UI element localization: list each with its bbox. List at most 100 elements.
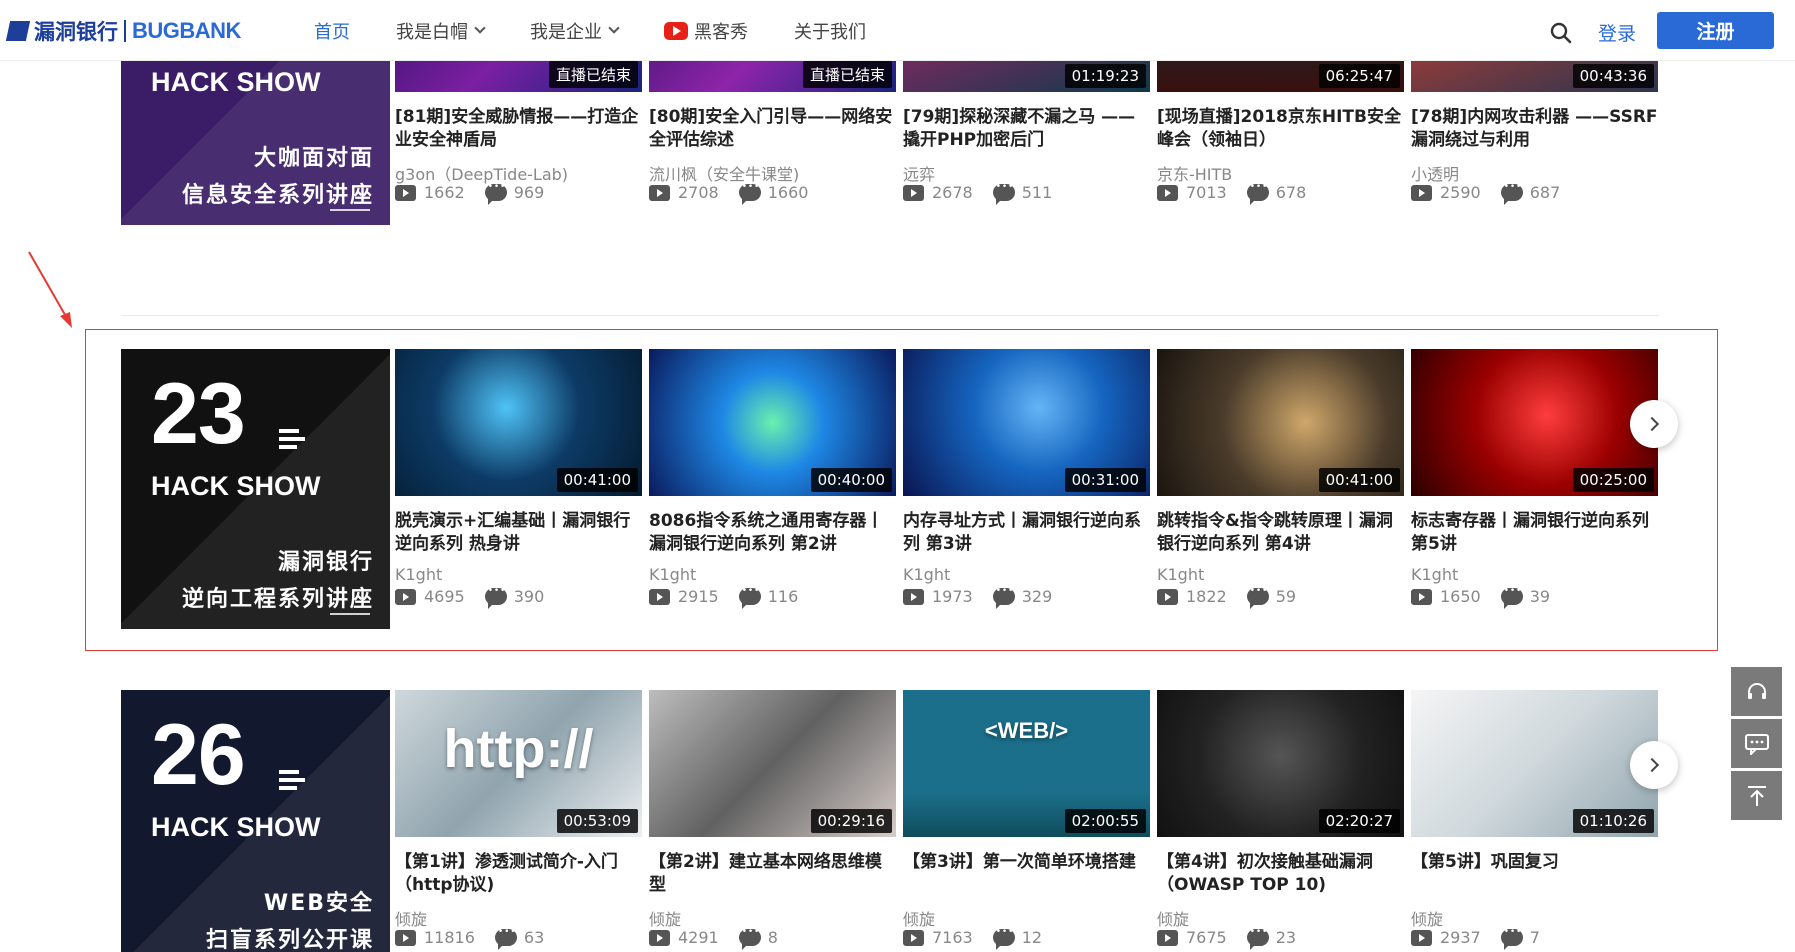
video-thumbnail[interactable]: 00:29:16 <box>649 690 896 837</box>
duration-badge: 直播已结束 <box>802 61 892 88</box>
view-count: 4695 <box>424 587 465 606</box>
duration-badge: 00:41:00 <box>1318 468 1400 492</box>
view-count: 7675 <box>1186 928 1227 947</box>
video-thumbnail[interactable]: 02:20:27 <box>1157 690 1404 837</box>
video-author[interactable]: 倾旋 <box>1157 906 1189 930</box>
video-card[interactable]: 02:20:27 【第4讲】初次接触基础漏洞（OWASP TOP 10) 倾旋 … <box>1157 690 1404 952</box>
cover-line-2: 信息安全系列讲座 <box>181 183 374 208</box>
video-card[interactable]: 00:41:00 脱壳演示+汇编基础丨漏洞银行逆向系列 热身讲 K1ght 46… <box>395 349 642 629</box>
view-count: 1662 <box>424 183 465 202</box>
video-author[interactable]: 倾旋 <box>1411 906 1443 930</box>
nav-hackshow[interactable]: 黑客秀 <box>664 18 748 44</box>
customer-service-button[interactable] <box>1731 667 1782 716</box>
series-cover[interactable]: 23 HACK SHOW 漏洞银行 逆向工程系列讲座 <box>121 349 390 629</box>
video-author[interactable]: K1ght <box>395 565 442 584</box>
video-stats: 1662 969 <box>395 182 544 205</box>
video-stats: 7675 23 <box>1157 927 1296 950</box>
video-thumbnail[interactable]: 00:40:00 <box>649 349 896 496</box>
search-icon[interactable] <box>1550 22 1572 44</box>
video-title[interactable]: 标志寄存器丨漏洞银行逆向系列第5讲 <box>1411 510 1658 556</box>
video-title[interactable]: 【第4讲】初次接触基础漏洞（OWASP TOP 10) <box>1157 851 1404 897</box>
video-card[interactable]: <WEB/> 02:00:55 【第3讲】第一次简单环境搭建 倾旋 7163 1… <box>903 690 1150 952</box>
video-stats: 2590 687 <box>1411 182 1560 205</box>
video-thumbnail[interactable]: 00:41:00 <box>1157 349 1404 496</box>
nav-whitehat[interactable]: 我是白帽 <box>396 18 486 44</box>
video-title[interactable]: [现场直播]2018京东HITB安全峰会（领袖日） <box>1157 106 1404 152</box>
video-author[interactable]: g3on（DeepTide-Lab) <box>395 161 568 185</box>
video-stats: 1973 329 <box>903 586 1052 609</box>
video-card[interactable]: 00:29:16 【第2讲】建立基本网络思维模型 倾旋 4291 8 <box>649 690 896 952</box>
video-card[interactable]: 01:10:26 【第5讲】巩固复习 倾旋 2937 7 <box>1411 690 1658 952</box>
video-title[interactable]: [80期]安全入门引导——网络安全评估综述 <box>649 106 896 152</box>
video-author[interactable]: 倾旋 <box>903 906 935 930</box>
video-stats: 7163 12 <box>903 927 1042 950</box>
duration-badge: 02:20:27 <box>1318 809 1400 833</box>
duration-badge: 00:29:16 <box>810 809 892 833</box>
comment-count: 1660 <box>767 183 809 202</box>
video-title[interactable]: 【第3讲】第一次简单环境搭建 <box>903 851 1150 897</box>
nav-enterprise[interactable]: 我是企业 <box>530 18 620 44</box>
video-thumbnail[interactable]: 00:25:00 <box>1411 349 1658 496</box>
video-stats: 4291 8 <box>649 927 778 950</box>
video-author[interactable]: 小透明 <box>1411 161 1459 185</box>
video-author[interactable]: 倾旋 <box>649 906 681 930</box>
video-author[interactable]: K1ght <box>903 565 950 584</box>
carousel-next-button[interactable] <box>1630 741 1678 789</box>
series-cover[interactable]: 26 HACK SHOW WEB安全 扫盲系列公开课 <box>121 690 390 952</box>
video-card[interactable]: 00:25:00 标志寄存器丨漏洞银行逆向系列第5讲 K1ght 1650 39 <box>1411 349 1658 629</box>
video-title[interactable]: 【第2讲】建立基本网络思维模型 <box>649 851 896 897</box>
video-author[interactable]: 京东-HITB <box>1157 161 1232 185</box>
video-author[interactable]: K1ght <box>1157 565 1204 584</box>
view-count: 2708 <box>678 183 719 202</box>
comment-count: 59 <box>1275 587 1297 606</box>
video-thumbnail[interactable]: 00:41:00 <box>395 349 642 496</box>
comment-icon <box>992 182 1015 205</box>
video-thumbnail[interactable]: 01:10:26 <box>1411 690 1658 837</box>
video-stats: 2708 1660 <box>649 182 809 205</box>
video-author[interactable]: 流川枫（安全牛课堂) <box>649 161 799 185</box>
view-count: 1650 <box>1440 587 1481 606</box>
carousel-next-button[interactable] <box>1630 400 1678 448</box>
video-title[interactable]: 【第5讲】巩固复习 <box>1411 851 1658 897</box>
video-title[interactable]: [78期]内网攻击利器 ——SSRF漏洞绕过与利用 <box>1411 106 1658 152</box>
duration-badge: 00:43:36 <box>1572 64 1654 88</box>
login-link[interactable]: 登录 <box>1598 19 1636 46</box>
video-title[interactable]: [79期]探秘深藏不漏之马 ——撬开PHP加密后门 <box>903 106 1150 152</box>
back-to-top-button[interactable] <box>1731 771 1782 820</box>
cover-underline <box>330 613 370 615</box>
bugbank-logo[interactable]: 漏洞银行 BUGBANK <box>5 18 241 44</box>
video-thumbnail[interactable]: <WEB/> 02:00:55 <box>903 690 1150 837</box>
video-card[interactable]: 00:31:00 内存寻址方式丨漏洞银行逆向系列 第3讲 K1ght 1973 … <box>903 349 1150 629</box>
video-stats: 11816 63 <box>395 927 544 950</box>
video-title[interactable]: 内存寻址方式丨漏洞银行逆向系列 第3讲 <box>903 510 1150 556</box>
annotation-arrow-icon <box>28 251 72 328</box>
video-thumbnail[interactable]: 00:31:00 <box>903 349 1150 496</box>
play-count-icon <box>1411 588 1432 605</box>
comment-count: 39 <box>1529 587 1551 606</box>
nav-about[interactable]: 关于我们 <box>794 18 866 44</box>
play-count-icon <box>395 929 416 946</box>
video-author[interactable]: K1ght <box>1411 565 1458 584</box>
nav-label: 黑客秀 <box>694 21 748 43</box>
video-title[interactable]: 跳转指令&指令跳转原理丨漏洞银行逆向系列 第4讲 <box>1157 510 1404 556</box>
video-title[interactable]: 8086指令系统之通用寄存器丨漏洞银行逆向系列 第2讲 <box>649 510 896 556</box>
video-thumbnail[interactable]: http:// 00:53:09 <box>395 690 642 837</box>
video-title[interactable]: [81期]安全威胁情报——打造企业安全神盾局 <box>395 106 642 152</box>
video-author[interactable]: 倾旋 <box>395 906 427 930</box>
video-title[interactable]: 【第1讲】渗透测试简介-入门（http协议) <box>395 851 642 897</box>
nav-home[interactable]: 首页 <box>314 18 350 44</box>
register-button[interactable]: 注册 <box>1657 12 1774 49</box>
video-card[interactable]: 00:41:00 跳转指令&指令跳转原理丨漏洞银行逆向系列 第4讲 K1ght … <box>1157 349 1404 629</box>
cover-number: 26 <box>151 707 246 803</box>
video-title[interactable]: 脱壳演示+汇编基础丨漏洞银行逆向系列 热身讲 <box>395 510 642 556</box>
video-card[interactable]: 00:40:00 8086指令系统之通用寄存器丨漏洞银行逆向系列 第2讲 K1g… <box>649 349 896 629</box>
arrow-up-icon <box>1747 785 1766 806</box>
comment-icon <box>1246 586 1269 609</box>
video-card[interactable]: http:// 00:53:09 【第1讲】渗透测试简介-入门（http协议) … <box>395 690 642 952</box>
logo-cn-text: 漏洞银行 <box>34 20 118 44</box>
duration-badge: 02:00:55 <box>1064 809 1146 833</box>
video-author[interactable]: 远弈 <box>903 161 935 185</box>
feedback-button[interactable] <box>1731 719 1782 768</box>
video-author[interactable]: K1ght <box>649 565 696 584</box>
comment-count: 390 <box>513 587 545 606</box>
